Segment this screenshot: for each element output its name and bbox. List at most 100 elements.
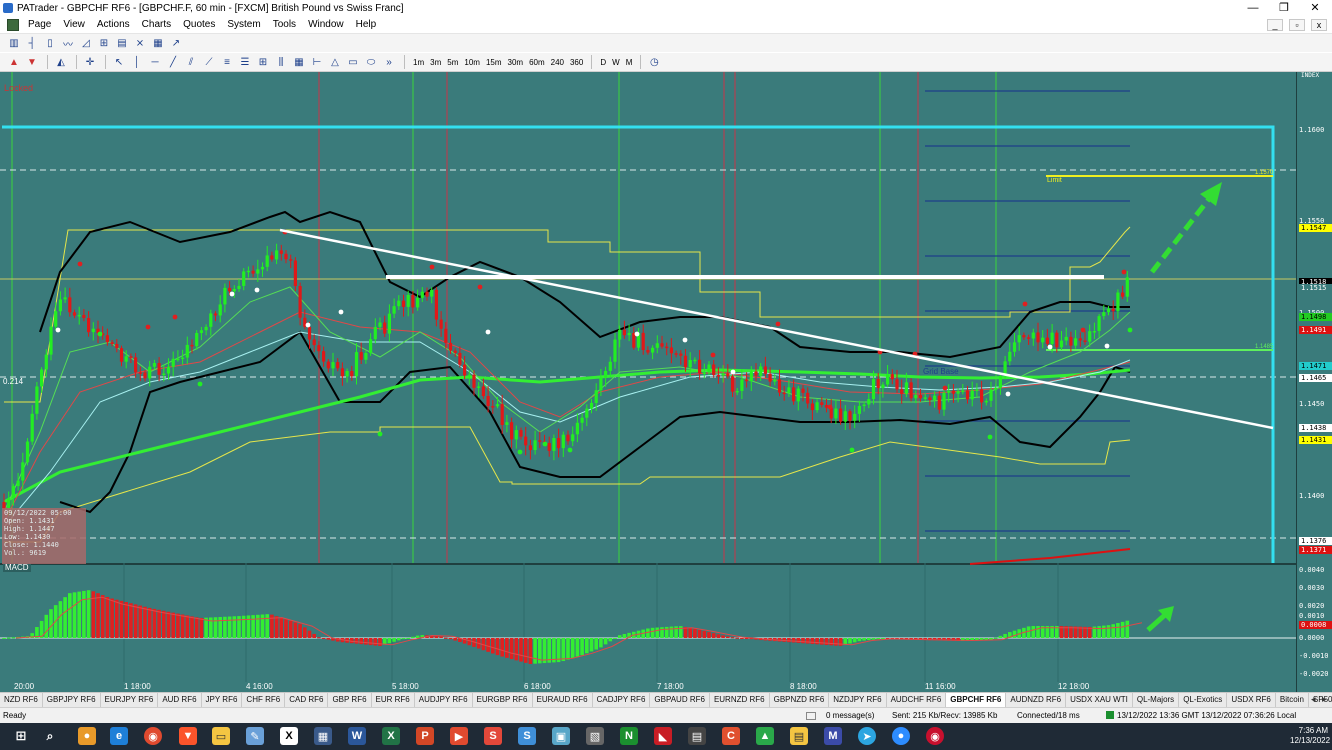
file-explorer-icon[interactable]: ▭ xyxy=(212,727,230,745)
price-chart[interactable]: Limit 1.1570 1.1485 Grid Base 0.214 Locked M… xyxy=(0,72,1332,692)
pointer-icon[interactable]: ↖ xyxy=(111,55,127,69)
tab-chf[interactable]: CHF RF6 xyxy=(242,693,286,707)
tab-jpy[interactable]: JPY RF6 xyxy=(202,693,243,707)
calculator-icon[interactable]: ▦ xyxy=(314,727,332,745)
overflow-icon[interactable]: » xyxy=(381,55,397,69)
zoom-icon[interactable]: ● xyxy=(892,727,910,745)
rectangle-icon[interactable]: ▭ xyxy=(345,55,361,69)
tf-3m[interactable]: 3m xyxy=(427,58,444,67)
channel-icon[interactable]: ⫽ xyxy=(183,55,199,69)
menu-tools[interactable]: Tools xyxy=(267,19,302,30)
gann-icon[interactable]: ⊞ xyxy=(255,55,271,69)
menu-actions[interactable]: Actions xyxy=(91,19,136,30)
mdi-minimize-button[interactable]: _ xyxy=(1267,19,1283,31)
tab-gbpnzd[interactable]: GBPNZD RF6 xyxy=(770,693,830,707)
line-chart-icon[interactable]: 〰 xyxy=(60,36,76,51)
tab-gbp[interactable]: GBP RF6 xyxy=(328,693,372,707)
tf-360[interactable]: 360 xyxy=(567,58,586,67)
message-icon[interactable] xyxy=(806,712,816,720)
tab-cadjpy[interactable]: CADJPY RF6 xyxy=(593,693,651,707)
tab-euraud[interactable]: EURAUD RF6 xyxy=(533,693,593,707)
tab-eurnzd[interactable]: EURNZD RF6 xyxy=(710,693,770,707)
red-app-icon[interactable]: ◣ xyxy=(654,727,672,745)
tf-15m[interactable]: 15m xyxy=(483,58,505,67)
triangle-icon[interactable]: △ xyxy=(327,55,343,69)
terminal-icon[interactable]: ▤ xyxy=(688,727,706,745)
tab-nzdjpy[interactable]: NZDJPY RF6 xyxy=(829,693,887,707)
tab-cad[interactable]: CAD RF6 xyxy=(285,693,329,707)
mdi-restore-button[interactable]: ▫ xyxy=(1289,19,1305,31)
ellipse-icon[interactable]: ⬭ xyxy=(363,55,379,69)
s-app-icon[interactable]: S xyxy=(484,727,502,745)
menu-system[interactable]: System xyxy=(221,19,266,30)
cycles-icon[interactable]: ⫼ xyxy=(273,55,289,69)
minimize-button[interactable]: — xyxy=(1236,0,1270,16)
tab-audnzd[interactable]: AUDNZD RF6 xyxy=(1006,693,1067,707)
price-axis[interactable]: INDEX 1.1600 1.1550 1.1500 1.1450 1.1400… xyxy=(1296,72,1332,692)
app-taskbar-icon[interactable]: ● xyxy=(78,727,96,745)
tab-audchf[interactable]: AUDCHF RF6 xyxy=(887,693,947,707)
volume-chart-icon[interactable]: ▦ xyxy=(150,36,166,50)
tf-5m[interactable]: 5m xyxy=(444,58,461,67)
text-tool-icon[interactable]: ⊢ xyxy=(309,55,325,69)
fib-extension-icon[interactable]: ☰ xyxy=(237,55,253,69)
tab-eur[interactable]: EUR RF6 xyxy=(372,693,415,707)
edge-icon[interactable]: e xyxy=(110,727,128,745)
mdi-close-button[interactable]: x xyxy=(1311,19,1327,31)
menu-charts[interactable]: Charts xyxy=(136,19,177,30)
fib-retrace-icon[interactable]: ≡ xyxy=(219,55,235,69)
kagi-chart-icon[interactable]: ⊞ xyxy=(96,36,112,50)
tf-30m[interactable]: 30m xyxy=(505,58,527,67)
buy-arrow-icon[interactable]: ▲ xyxy=(6,55,22,69)
tab-ql-majors[interactable]: QL-Majors xyxy=(1133,693,1180,707)
tf-monthly[interactable]: M xyxy=(623,58,636,67)
menu-window[interactable]: Window xyxy=(302,19,350,30)
fib-fan-icon[interactable]: ⟋ xyxy=(201,55,217,69)
tab-aud[interactable]: AUD RF6 xyxy=(158,693,202,707)
bar-chart-icon[interactable]: ▥ xyxy=(6,36,22,50)
chart-canvas[interactable]: Limit 1.1570 1.1485 Grid Base 0.214 xyxy=(0,72,1296,692)
tf-daily[interactable]: D xyxy=(597,58,609,67)
recorder-icon[interactable]: ◉ xyxy=(926,727,944,745)
skype-icon[interactable]: S xyxy=(518,727,536,745)
chrome-icon[interactable]: ◉ xyxy=(144,727,162,745)
sell-arrow-icon[interactable]: ▼ xyxy=(24,55,40,69)
tab-gbpchf[interactable]: GBPCHF RF6 xyxy=(946,693,1007,707)
search-icon[interactable]: ⌕ xyxy=(41,727,59,745)
tab-scroll-left-icon[interactable]: ◂ xyxy=(1311,694,1316,705)
tab-usdx-xau-wti[interactable]: USDX XAU WTI xyxy=(1066,693,1133,707)
trader-icon[interactable]: N xyxy=(620,727,638,745)
crosshair-icon[interactable]: ✛ xyxy=(82,55,98,69)
m-app-icon[interactable]: M xyxy=(824,727,842,745)
tab-bitcoin[interactable]: Bitcoin xyxy=(1276,693,1309,707)
menu-view[interactable]: View xyxy=(57,19,91,30)
tab-eurgbp[interactable]: EURGBP RF6 xyxy=(473,693,533,707)
area-chart-icon[interactable]: ◿ xyxy=(78,36,94,50)
menu-help[interactable]: Help xyxy=(350,19,383,30)
brave-icon[interactable]: ▼ xyxy=(179,727,197,745)
vertical-line-icon[interactable]: │ xyxy=(129,55,145,69)
powerpoint-icon[interactable]: P xyxy=(416,727,434,745)
indicator-icon[interactable]: ◭ xyxy=(53,55,69,69)
candle-chart-icon[interactable]: ▯ xyxy=(42,36,58,50)
tab-eurjpy[interactable]: EURJPY RF6 xyxy=(101,693,159,707)
media-icon[interactable]: ▶ xyxy=(450,727,468,745)
sticky-notes-icon[interactable]: ▤ xyxy=(790,727,808,745)
excel-icon[interactable]: X xyxy=(382,727,400,745)
c-app-icon[interactable]: C xyxy=(722,727,740,745)
tab-ql-exotics[interactable]: QL-Exotics xyxy=(1179,693,1228,707)
tab-nzd[interactable]: NZD RF6 xyxy=(0,693,43,707)
chart-app-icon[interactable]: ▲ xyxy=(756,727,774,745)
tf-1m[interactable]: 1m xyxy=(410,58,427,67)
tab-gbpaud[interactable]: GBPAUD RF6 xyxy=(650,693,710,707)
tf-240[interactable]: 240 xyxy=(548,58,567,67)
menu-page[interactable]: Page xyxy=(22,19,57,30)
clock-icon[interactable]: ◷ xyxy=(646,55,662,69)
restore-button[interactable]: ❐ xyxy=(1267,0,1301,16)
renko-chart-icon[interactable]: ▤ xyxy=(114,36,130,50)
status-messages[interactable]: 0 message(s) xyxy=(826,711,874,720)
close-button[interactable]: ✕ xyxy=(1298,0,1332,16)
indicator-chart-icon[interactable]: ↗ xyxy=(168,36,184,50)
tf-weekly[interactable]: W xyxy=(609,58,623,67)
point-figure-icon[interactable]: ⨯ xyxy=(132,36,148,50)
